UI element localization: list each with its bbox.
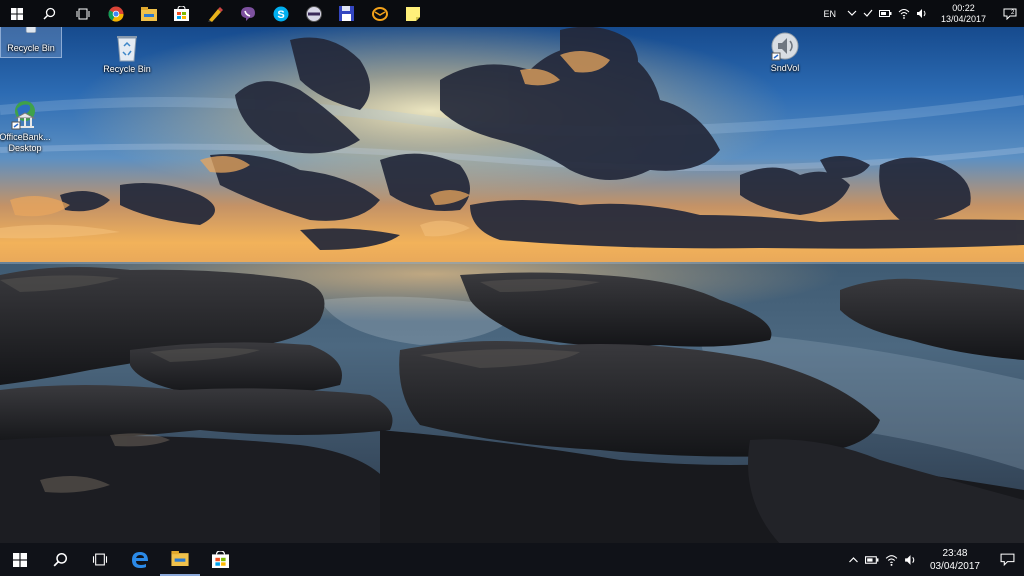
search-icon <box>43 7 56 20</box>
taskbar-app-store[interactable] <box>165 0 198 27</box>
action-center-button[interactable] <box>990 543 1024 576</box>
edge-icon <box>132 551 148 568</box>
taskbar-app-mail[interactable] <box>363 0 396 27</box>
taskbar-app-viber[interactable] <box>231 0 264 27</box>
svg-text:S: S <box>277 9 284 21</box>
skype-icon: S <box>273 6 288 21</box>
action-center-button[interactable]: 2 <box>996 0 1024 27</box>
search-button[interactable] <box>33 0 66 27</box>
file-explorer-icon <box>140 6 157 21</box>
clock-date: 03/04/2017 <box>929 560 980 572</box>
notification-icon <box>1000 553 1014 566</box>
bottom-taskbar-clock[interactable]: 23:48 03/04/2017 <box>920 547 990 573</box>
taskbar-app-skype[interactable]: S <box>264 0 297 27</box>
taskbar-app-store[interactable] <box>200 543 240 576</box>
taskbar-app-media-player[interactable] <box>297 0 330 27</box>
clock-date: 13/04/2017 <box>940 13 986 24</box>
officebank-icon <box>10 100 40 130</box>
taskbar-app-pencil[interactable] <box>198 0 231 27</box>
start-button[interactable] <box>0 0 33 27</box>
taskbar-app-chrome[interactable] <box>99 0 132 27</box>
task-view-icon <box>76 8 89 19</box>
notification-count: 2 <box>1011 10 1015 16</box>
store-icon <box>174 6 189 21</box>
desktop-icon-officebank[interactable]: OfficeBank... Desktop <box>0 100 56 154</box>
volume-icon[interactable] <box>901 543 920 576</box>
file-explorer-icon <box>171 551 189 566</box>
desktop-icon-label: Recycle Bin <box>7 43 55 53</box>
viber-icon <box>240 6 255 21</box>
task-view-icon <box>92 553 108 566</box>
language-indicator[interactable]: EN <box>815 0 844 27</box>
chevron-up-icon[interactable] <box>844 0 860 27</box>
chrome-icon <box>107 6 124 22</box>
bottom-taskbar: 23:48 03/04/2017 <box>0 543 1024 576</box>
battery-icon[interactable] <box>862 543 882 576</box>
taskbar-app-file-explorer[interactable] <box>132 0 165 27</box>
start-button[interactable] <box>0 543 40 576</box>
task-view-button[interactable] <box>66 0 99 27</box>
wifi-icon[interactable] <box>895 0 913 27</box>
desktop-icon-label: SndVol <box>770 63 800 73</box>
search-button[interactable] <box>40 543 80 576</box>
volume-icon[interactable] <box>913 0 931 27</box>
wifi-icon[interactable] <box>882 543 901 576</box>
mail-app-icon <box>371 6 388 21</box>
desktop-wallpaper <box>0 0 1024 576</box>
desktop-icon-sndvol[interactable]: SndVol <box>754 31 816 74</box>
top-taskbar: S EN 00:22 13/04/2017 2 <box>0 0 1024 27</box>
start-icon <box>13 552 27 567</box>
clock-time: 00:22 <box>952 2 975 13</box>
desktop-icon-recycle-bin[interactable]: Recycle Bin <box>96 32 158 75</box>
recycle-bin-icon <box>112 32 142 62</box>
pencil-app-icon <box>207 6 223 22</box>
sticky-notes-icon <box>405 6 420 21</box>
system-tray-bottom: 23:48 03/04/2017 <box>845 543 1024 576</box>
taskbar-app-file-explorer[interactable] <box>160 543 200 576</box>
start-icon <box>10 7 23 20</box>
taskbar-app-edge[interactable] <box>120 543 160 576</box>
taskbar-app-save[interactable] <box>330 0 363 27</box>
media-player-icon <box>305 5 322 22</box>
notification-icon <box>1003 8 1017 20</box>
system-tray-top: EN 00:22 13/04/2017 2 <box>815 0 1024 27</box>
store-icon <box>211 551 229 568</box>
check-mark-icon[interactable] <box>860 0 876 27</box>
save-disk-icon <box>339 6 354 21</box>
clock-time: 23:48 <box>942 547 968 559</box>
top-taskbar-clock[interactable]: 00:22 13/04/2017 <box>931 3 996 25</box>
taskbar-app-sticky-notes[interactable] <box>396 0 429 27</box>
desktop-icon-label: OfficeBank... Desktop <box>0 132 51 153</box>
task-view-button[interactable] <box>80 543 120 576</box>
speaker-icon <box>770 31 800 61</box>
desktop-icon-label: Recycle Bin <box>103 64 151 74</box>
chevron-up-icon[interactable] <box>845 543 862 576</box>
battery-icon[interactable] <box>876 0 895 27</box>
desktop-icon-recycle-bin-selected[interactable]: Recycle Bin <box>0 22 62 58</box>
search-icon <box>53 552 67 567</box>
